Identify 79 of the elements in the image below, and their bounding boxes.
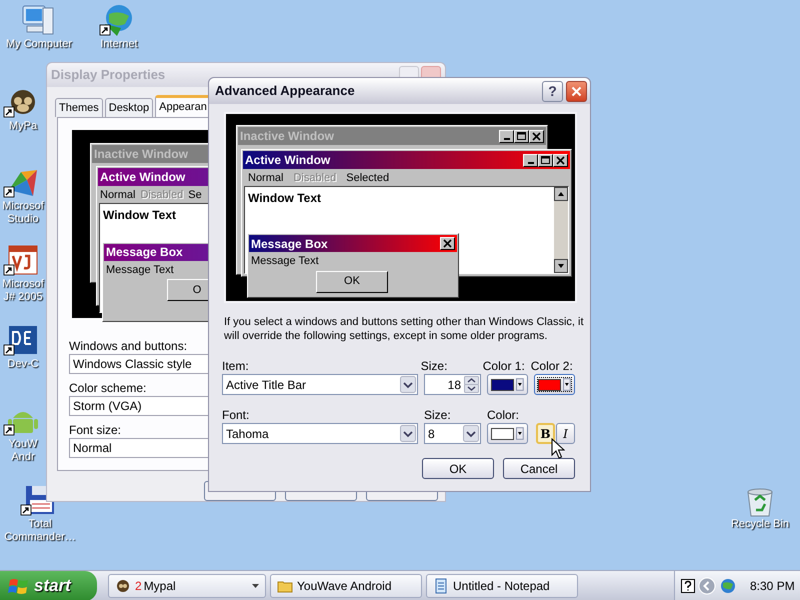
chevron-left-icon (698, 576, 716, 594)
field-label: Item: (222, 358, 250, 371)
close-button[interactable] (566, 80, 587, 102)
spin-arrows-icon (464, 376, 479, 393)
dialog-button[interactable]: OK (422, 458, 494, 479)
field-label: Color 2: (530, 358, 574, 371)
globe-icon (719, 576, 737, 594)
window-title: Inactive Window (94, 146, 188, 163)
field-label: Font: (222, 407, 250, 420)
dropdown[interactable]: Active Title Bar (222, 374, 418, 395)
menu-item[interactable]: Se (188, 186, 202, 204)
dialog-button[interactable]: Cancel (503, 458, 575, 479)
window-count: 2 (135, 578, 142, 594)
taskbar-label: YouWave Android (297, 578, 392, 594)
spin-box[interactable]: 18 (424, 374, 481, 395)
field-label: Size: (424, 407, 452, 420)
help-icon (681, 578, 695, 592)
menu-item[interactable]: Normal (100, 186, 136, 204)
menu-item[interactable]: Selected (346, 170, 390, 186)
field-label: Size: (420, 358, 448, 371)
tab[interactable]: Appearan (155, 94, 211, 117)
taskbar-button[interactable]: 2 Mypal (108, 574, 266, 598)
maximize-button[interactable] (538, 154, 553, 166)
maximize-icon (540, 154, 551, 166)
minimize-icon (504, 138, 510, 140)
maximize-button[interactable] (514, 130, 529, 142)
ok-button[interactable]: OK (316, 270, 388, 292)
start-label: start (34, 574, 71, 597)
monkey-icon (115, 578, 131, 594)
dropdown-value: Active Title Bar (226, 376, 306, 394)
mouse-pointer-icon (551, 438, 565, 460)
maximize-icon (516, 130, 527, 142)
scrollbar[interactable] (554, 187, 568, 273)
dropdown[interactable]: Normal (69, 438, 208, 458)
close-icon (555, 154, 566, 166)
tab[interactable]: Themes (55, 98, 103, 117)
dropdown-value: 8 (428, 426, 435, 442)
minimize-button[interactable] (523, 154, 538, 166)
note-text: If you select a windows and buttons setting other than Windows Classic, it will override the following settings, except in some older programs. (224, 315, 584, 343)
tab[interactable]: Desktop (104, 98, 154, 117)
help-button[interactable]: ? (542, 80, 563, 102)
taskbar-button[interactable]: YouWave Android (270, 574, 422, 598)
taskbar-label: Mypal (144, 578, 176, 594)
bold-button[interactable]: B (536, 423, 555, 444)
window-title: Advanced Appearance (215, 82, 355, 100)
window-title: Active Window (100, 168, 186, 186)
window-title: Active Window (245, 152, 330, 169)
notepad-icon (433, 578, 449, 594)
menu-item[interactable]: Normal (248, 170, 284, 186)
field-label: Color scheme: (69, 380, 146, 393)
window-title: Inactive Window (240, 128, 334, 145)
color-picker-button[interactable] (534, 374, 575, 395)
field-label: Font size: (69, 422, 122, 435)
field-label: Color 1: (482, 358, 525, 371)
message-box-title: Message Box (106, 244, 183, 262)
close-icon (571, 86, 582, 96)
dropdown-value: Tahoma (226, 426, 269, 442)
close-icon (442, 238, 453, 249)
window-text: Window Text (247, 190, 322, 207)
taskbar-label: Untitled - Notepad (453, 578, 550, 594)
message-text: Message Text (105, 262, 175, 278)
color-picker-button[interactable] (487, 374, 528, 395)
taskbar-button[interactable]: Untitled - Notepad (426, 574, 578, 598)
window-title: Display Properties (51, 66, 166, 84)
message-box-title: Message Box (251, 236, 328, 252)
dropdown[interactable]: Windows Classic style (69, 354, 208, 374)
clock: 8:30 PM (750, 578, 795, 594)
color-picker-button[interactable] (487, 423, 528, 444)
minimize-button[interactable] (499, 130, 514, 142)
spin-value: 18 (448, 376, 461, 394)
dropdown[interactable]: 8 (424, 423, 481, 444)
message-text: Message Text (250, 254, 320, 269)
dropdown[interactable]: Storm (VGA) (69, 396, 208, 416)
dropdown[interactable]: Tahoma (222, 423, 418, 444)
field-label: Windows and buttons: (69, 338, 188, 351)
window-text: Window Text (102, 206, 177, 224)
minimize-icon (528, 162, 534, 164)
field-label: Color: (487, 407, 520, 420)
close-icon (531, 130, 542, 142)
